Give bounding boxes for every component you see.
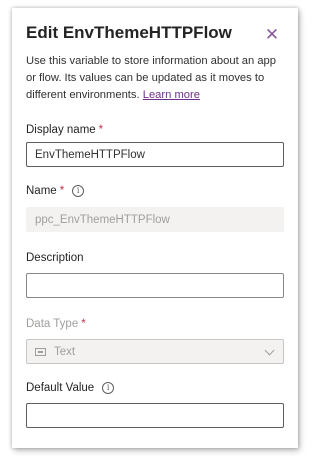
name-input: ppc_EnvThemeHTTPFlow: [26, 207, 284, 232]
description-label-text: Description: [26, 252, 84, 264]
panel-description: Use this variable to store information a…: [26, 53, 288, 104]
required-marker: *: [59, 185, 65, 197]
panel-title: Edit EnvThemeHTTPFlow: [26, 23, 232, 42]
info-icon[interactable]: i: [72, 185, 85, 197]
close-icon[interactable]: ✕: [260, 23, 284, 47]
name-label-text: Name: [26, 185, 57, 197]
data-type-select: Text: [26, 339, 284, 364]
name-value: ppc_EnvThemeHTTPFlow: [35, 213, 170, 226]
description-input[interactable]: [26, 273, 284, 298]
info-icon[interactable]: i: [102, 382, 115, 394]
edit-variable-panel: Edit EnvThemeHTTPFlow ✕ Use this variabl…: [12, 8, 298, 448]
display-name-value: EnvThemeHTTPFlow: [35, 148, 145, 161]
learn-more-link[interactable]: Learn more: [143, 89, 200, 101]
data-type-value: Text: [54, 345, 76, 358]
text-type-icon: [35, 347, 46, 356]
default-value-label-text: Default Value: [26, 382, 95, 394]
chevron-down-icon: [264, 345, 275, 356]
default-value-label: Default Value i: [26, 382, 115, 394]
display-name-input[interactable]: EnvThemeHTTPFlow: [26, 142, 284, 167]
description-label: Description: [26, 252, 84, 264]
data-type-label: Data Type *: [26, 318, 86, 330]
display-name-label-text: Display name: [26, 124, 96, 136]
display-name-label: Display name *: [26, 124, 103, 136]
default-value-input[interactable]: [26, 403, 284, 428]
name-label: Name * i: [26, 185, 85, 197]
page: Edit EnvThemeHTTPFlow ✕ Use this variabl…: [0, 0, 312, 464]
data-type-label-text: Data Type: [26, 318, 79, 330]
required-marker: *: [81, 318, 86, 330]
required-marker: *: [98, 124, 104, 136]
